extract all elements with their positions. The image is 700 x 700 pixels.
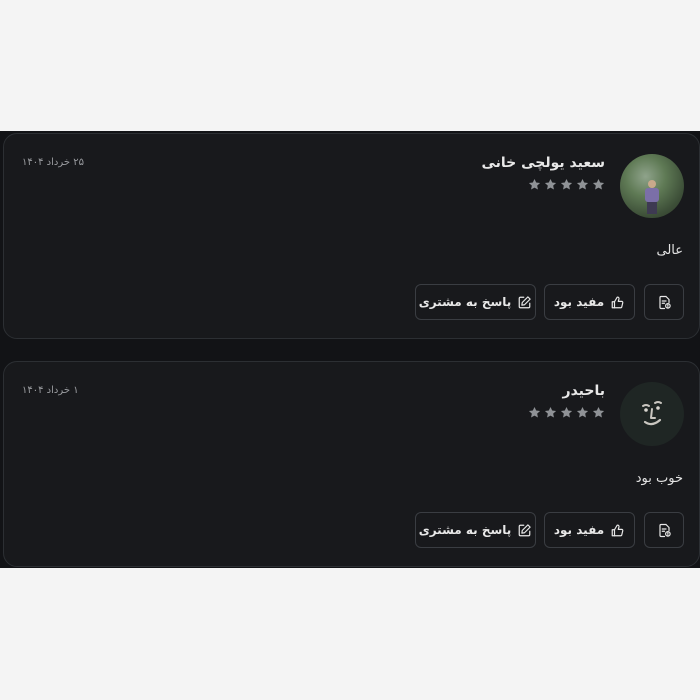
face-icon [642, 401, 662, 426]
avatar [620, 154, 684, 218]
star-icon [544, 178, 557, 190]
report-document-icon [658, 523, 671, 537]
star-icon [576, 178, 589, 190]
reviewer-name: باحیدر [562, 383, 605, 399]
reviewer-name: سعید یولچی خانی [481, 155, 605, 171]
thumbs-up-icon [611, 524, 624, 536]
star-rating [528, 178, 605, 191]
reply-label: پاسخ به مشتری [418, 295, 512, 309]
report-button[interactable] [644, 284, 684, 320]
report-document-icon [658, 295, 671, 309]
edit-pencil-icon [518, 295, 532, 308]
review-comment: عالی [656, 243, 683, 258]
star-rating [528, 406, 605, 419]
star-icon [560, 406, 573, 418]
review-card: باحیدر ۱ خرداد ۱۴۰۴ خوب بود مفید بود پاس… [3, 361, 700, 567]
review-comment: خوب بود [635, 471, 683, 486]
helpful-button[interactable]: مفید بود [544, 512, 635, 548]
reply-button[interactable]: پاسخ به مشتری [415, 512, 536, 548]
helpful-label: مفید بود [553, 295, 605, 309]
avatar [620, 382, 684, 446]
reply-button[interactable]: پاسخ به مشتری [415, 284, 536, 320]
star-icon [576, 406, 589, 418]
star-icon [528, 178, 541, 190]
review-date: ۲۵ خرداد ۱۴۰۴ [22, 157, 84, 168]
helpful-button[interactable]: مفید بود [544, 284, 635, 320]
star-icon [528, 406, 541, 418]
report-button[interactable] [644, 512, 684, 548]
star-icon [560, 178, 573, 190]
helpful-label: مفید بود [553, 523, 605, 537]
star-icon [592, 178, 605, 190]
reply-label: پاسخ به مشتری [418, 523, 512, 537]
thumbs-up-icon [611, 296, 624, 308]
edit-pencil-icon [518, 523, 532, 536]
review-card: سعید یولچی خانی ۲۵ خرداد ۱۴۰۴ عالی مفید … [3, 133, 700, 339]
star-icon [544, 406, 557, 418]
review-date: ۱ خرداد ۱۴۰۴ [22, 385, 79, 396]
star-icon [592, 406, 605, 418]
